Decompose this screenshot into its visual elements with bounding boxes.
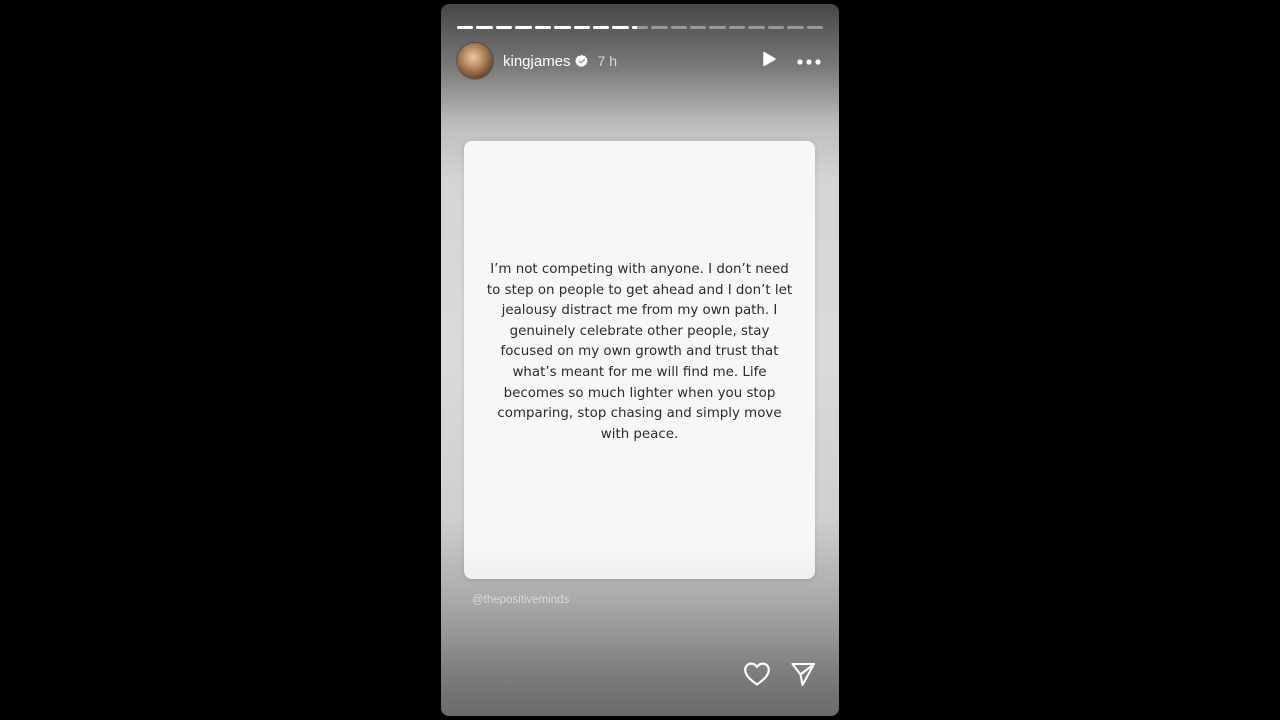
progress-segment-fill bbox=[476, 26, 493, 29]
progress-segment bbox=[709, 26, 726, 29]
more-options-icon bbox=[797, 52, 821, 70]
profile-avatar[interactable] bbox=[457, 43, 493, 79]
verified-badge-icon bbox=[574, 54, 589, 68]
post-time: 7 h bbox=[597, 53, 617, 69]
progress-segment bbox=[515, 26, 532, 29]
progress-segment bbox=[787, 26, 804, 29]
progress-segment bbox=[806, 26, 824, 29]
progress-segment bbox=[457, 26, 474, 29]
source-credit: @thepositiveminds bbox=[472, 594, 570, 606]
share-button[interactable] bbox=[789, 662, 817, 690]
send-icon bbox=[790, 661, 816, 692]
progress-segment bbox=[728, 26, 746, 29]
progress-segment bbox=[767, 26, 785, 29]
page-viewport: kingjames 7 h I’m not competing with any… bbox=[0, 0, 1280, 720]
heart-icon bbox=[743, 661, 771, 692]
progress-segment-fill bbox=[631, 26, 637, 29]
more-options-button[interactable] bbox=[795, 47, 823, 75]
story-viewer[interactable]: kingjames 7 h I’m not competing with any… bbox=[441, 4, 839, 716]
progress-segment bbox=[612, 26, 629, 29]
progress-segment bbox=[573, 26, 590, 29]
progress-segment bbox=[495, 26, 513, 29]
story-progress-bar bbox=[457, 26, 824, 29]
progress-segment bbox=[534, 26, 552, 29]
progress-segment bbox=[748, 26, 765, 29]
progress-segment-fill bbox=[592, 26, 610, 29]
progress-segment-fill bbox=[534, 26, 552, 29]
progress-segment-fill bbox=[515, 26, 532, 29]
quote-text: I’m not competing with anyone. I don’t n… bbox=[486, 262, 793, 442]
progress-segment-fill bbox=[457, 26, 474, 29]
quote-card: I’m not competing with anyone. I don’t n… bbox=[464, 141, 815, 579]
progress-segment bbox=[554, 26, 571, 29]
progress-segment bbox=[651, 26, 668, 29]
play-button[interactable] bbox=[755, 47, 783, 75]
progress-segment-fill bbox=[554, 26, 571, 29]
story-actions bbox=[743, 662, 817, 690]
progress-segment bbox=[592, 26, 610, 29]
progress-segment-fill bbox=[612, 26, 629, 29]
username[interactable]: kingjames bbox=[503, 53, 571, 70]
like-button[interactable] bbox=[743, 662, 771, 690]
story-header: kingjames 7 h bbox=[457, 42, 823, 80]
progress-segment bbox=[631, 26, 649, 29]
progress-segment bbox=[690, 26, 707, 29]
progress-segment bbox=[476, 26, 493, 29]
progress-segment-fill bbox=[573, 26, 590, 29]
progress-segment bbox=[670, 26, 688, 29]
progress-segment-fill bbox=[495, 26, 513, 29]
play-icon bbox=[761, 51, 777, 72]
